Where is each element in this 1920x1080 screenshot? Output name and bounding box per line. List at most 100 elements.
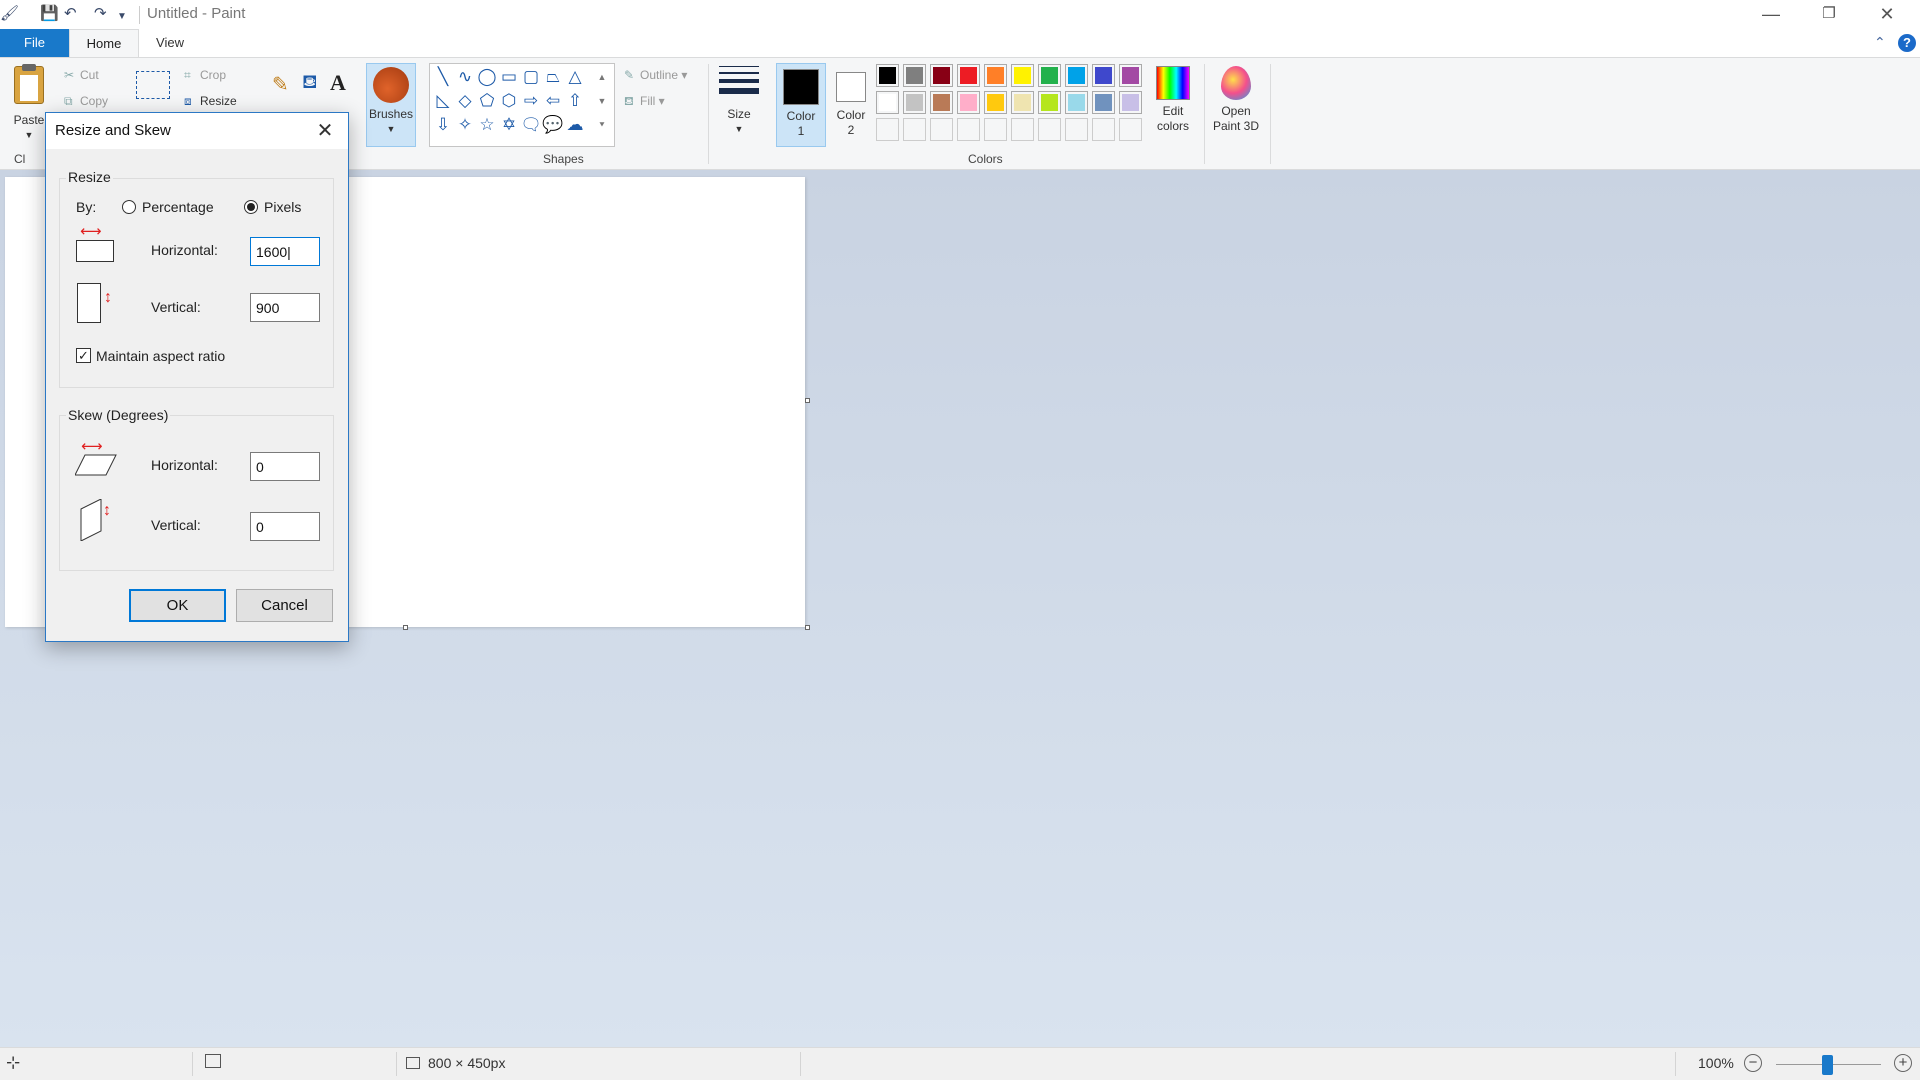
cut-button[interactable]: ✂ Cut bbox=[64, 68, 99, 82]
text-tool-icon[interactable]: A bbox=[330, 70, 346, 96]
cloud-callout-shape-icon[interactable]: ☁ bbox=[564, 114, 586, 136]
palette-swatch[interactable] bbox=[930, 64, 953, 87]
palette-swatch[interactable] bbox=[1119, 64, 1142, 87]
paste-dropdown-icon[interactable]: ▼ bbox=[10, 128, 48, 143]
palette-swatch[interactable] bbox=[1119, 91, 1142, 114]
hexagon-shape-icon[interactable]: ⬡ bbox=[498, 90, 520, 112]
redo-icon[interactable]: ↷ bbox=[94, 6, 107, 22]
palette-swatch[interactable] bbox=[984, 91, 1007, 114]
palette-swatch[interactable] bbox=[1065, 64, 1088, 87]
line-shape-icon[interactable]: ╲ bbox=[432, 66, 454, 88]
resize-handle-right[interactable] bbox=[805, 398, 810, 403]
skew-horizontal-input[interactable]: 0 bbox=[250, 452, 320, 481]
maintain-aspect-checkbox[interactable]: ✓ bbox=[76, 348, 91, 363]
curve-shape-icon[interactable]: ∿ bbox=[454, 66, 476, 88]
custom-color-slot[interactable] bbox=[903, 118, 926, 141]
polygon-shape-icon[interactable]: ⏢ bbox=[542, 66, 564, 88]
tab-view[interactable]: View bbox=[139, 29, 201, 57]
close-button[interactable]: ✕ bbox=[1858, 0, 1916, 29]
palette-swatch[interactable] bbox=[1038, 64, 1061, 87]
four-point-star-shape-icon[interactable]: ✧ bbox=[454, 114, 476, 136]
help-icon[interactable]: ? bbox=[1898, 34, 1916, 52]
copy-button[interactable]: ⧉ Copy bbox=[64, 94, 108, 109]
palette-swatch[interactable] bbox=[957, 64, 980, 87]
fill-button[interactable]: ⛾ Fill ▾ bbox=[624, 94, 665, 110]
rounded-rectangle-shape-icon[interactable]: ▢ bbox=[520, 66, 542, 88]
shapes-more-icon[interactable]: ⯆ bbox=[591, 114, 613, 136]
fill-bucket-icon[interactable]: ⛾ bbox=[302, 72, 318, 96]
resize-vertical-input[interactable]: 900 bbox=[250, 293, 320, 322]
up-arrow-shape-icon[interactable]: ⇧ bbox=[564, 90, 586, 112]
rectangle-shape-icon[interactable]: ▭ bbox=[498, 66, 520, 88]
palette-swatch[interactable] bbox=[1011, 91, 1034, 114]
palette-swatch[interactable] bbox=[1092, 64, 1115, 87]
outline-button[interactable]: ✎ Outline ▾ bbox=[624, 68, 687, 82]
palette-swatch[interactable] bbox=[957, 91, 980, 114]
right-triangle-shape-icon[interactable]: ◺ bbox=[432, 90, 454, 112]
custom-color-slot[interactable] bbox=[1038, 118, 1061, 141]
zoom-out-button[interactable]: − bbox=[1744, 1054, 1762, 1072]
size-button[interactable]: Size ▼ bbox=[716, 66, 762, 137]
maximize-button[interactable]: ❐ bbox=[1800, 0, 1858, 29]
palette-swatch[interactable] bbox=[930, 91, 953, 114]
down-arrow-shape-icon[interactable]: ⇩ bbox=[432, 114, 454, 136]
select-icon[interactable] bbox=[136, 71, 170, 99]
custom-color-slot[interactable] bbox=[1119, 118, 1142, 141]
maintain-aspect-label[interactable]: Maintain aspect ratio bbox=[96, 348, 225, 364]
undo-icon[interactable]: ↶ bbox=[64, 6, 77, 22]
crop-button[interactable]: ⌗ Crop bbox=[184, 68, 226, 83]
color1-button[interactable]: Color 1 bbox=[776, 63, 826, 147]
oval-shape-icon[interactable]: ◯ bbox=[476, 66, 498, 88]
collapse-ribbon-icon[interactable]: ⌃ bbox=[1874, 34, 1886, 51]
pixels-label[interactable]: Pixels bbox=[264, 199, 301, 215]
palette-swatch[interactable] bbox=[876, 91, 899, 114]
six-point-star-shape-icon[interactable]: ✡ bbox=[498, 114, 520, 136]
resize-horizontal-input[interactable]: 1600| bbox=[250, 237, 320, 266]
paste-button[interactable]: Paste ▼ bbox=[10, 64, 48, 143]
zoom-slider-thumb[interactable] bbox=[1822, 1055, 1833, 1075]
resize-handle-bottom[interactable] bbox=[403, 625, 408, 630]
palette-swatch[interactable] bbox=[903, 91, 926, 114]
pencil-icon[interactable]: ✎ bbox=[272, 72, 289, 97]
custom-color-slot[interactable] bbox=[957, 118, 980, 141]
palette-swatch[interactable] bbox=[1065, 91, 1088, 114]
percentage-label[interactable]: Percentage bbox=[142, 199, 214, 215]
five-point-star-shape-icon[interactable]: ☆ bbox=[476, 114, 498, 136]
palette-swatch[interactable] bbox=[1092, 91, 1115, 114]
custom-color-slot[interactable] bbox=[876, 118, 899, 141]
palette-swatch[interactable] bbox=[876, 64, 899, 87]
dialog-titlebar[interactable]: Resize and Skew ✕ bbox=[46, 113, 348, 149]
triangle-shape-icon[interactable]: △ bbox=[564, 66, 586, 88]
color2-button[interactable]: Color 2 bbox=[826, 64, 876, 148]
dialog-close-button[interactable]: ✕ bbox=[312, 119, 338, 143]
oval-callout-shape-icon[interactable]: 💬 bbox=[542, 114, 564, 136]
brushes-button[interactable]: Brushes ▼ bbox=[366, 63, 416, 147]
edit-colors-button[interactable]: Edit colors bbox=[1148, 66, 1198, 134]
custom-color-slot[interactable] bbox=[1065, 118, 1088, 141]
cancel-button[interactable]: Cancel bbox=[236, 589, 333, 622]
custom-color-slot[interactable] bbox=[930, 118, 953, 141]
tab-file[interactable]: File bbox=[0, 29, 69, 57]
zoom-in-button[interactable]: + bbox=[1894, 1054, 1912, 1072]
shapes-scroll-up-icon[interactable]: ▲ bbox=[591, 66, 613, 88]
palette-swatch[interactable] bbox=[984, 64, 1007, 87]
save-icon[interactable]: 💾 bbox=[40, 6, 59, 22]
diamond-shape-icon[interactable]: ◇ bbox=[454, 90, 476, 112]
tab-home[interactable]: Home bbox=[69, 29, 139, 58]
pixels-radio[interactable] bbox=[244, 200, 258, 214]
shapes-scroll-down-icon[interactable]: ▼ bbox=[591, 90, 613, 112]
resize-button[interactable]: ⧈ Resize bbox=[184, 94, 237, 109]
customize-toolbar-icon[interactable]: ▼ bbox=[117, 9, 127, 25]
left-arrow-shape-icon[interactable]: ⇦ bbox=[542, 90, 564, 112]
custom-color-slot[interactable] bbox=[1092, 118, 1115, 141]
palette-swatch[interactable] bbox=[1011, 64, 1034, 87]
open-paint3d-button[interactable]: Open Paint 3D bbox=[1210, 66, 1262, 134]
rectangular-callout-shape-icon[interactable]: 🗨 bbox=[520, 114, 542, 136]
pentagon-shape-icon[interactable]: ⬠ bbox=[476, 90, 498, 112]
palette-swatch[interactable] bbox=[903, 64, 926, 87]
skew-vertical-input[interactable]: 0 bbox=[250, 512, 320, 541]
resize-handle-corner[interactable] bbox=[805, 625, 810, 630]
custom-color-slot[interactable] bbox=[984, 118, 1007, 141]
palette-swatch[interactable] bbox=[1038, 91, 1061, 114]
custom-color-slot[interactable] bbox=[1011, 118, 1034, 141]
